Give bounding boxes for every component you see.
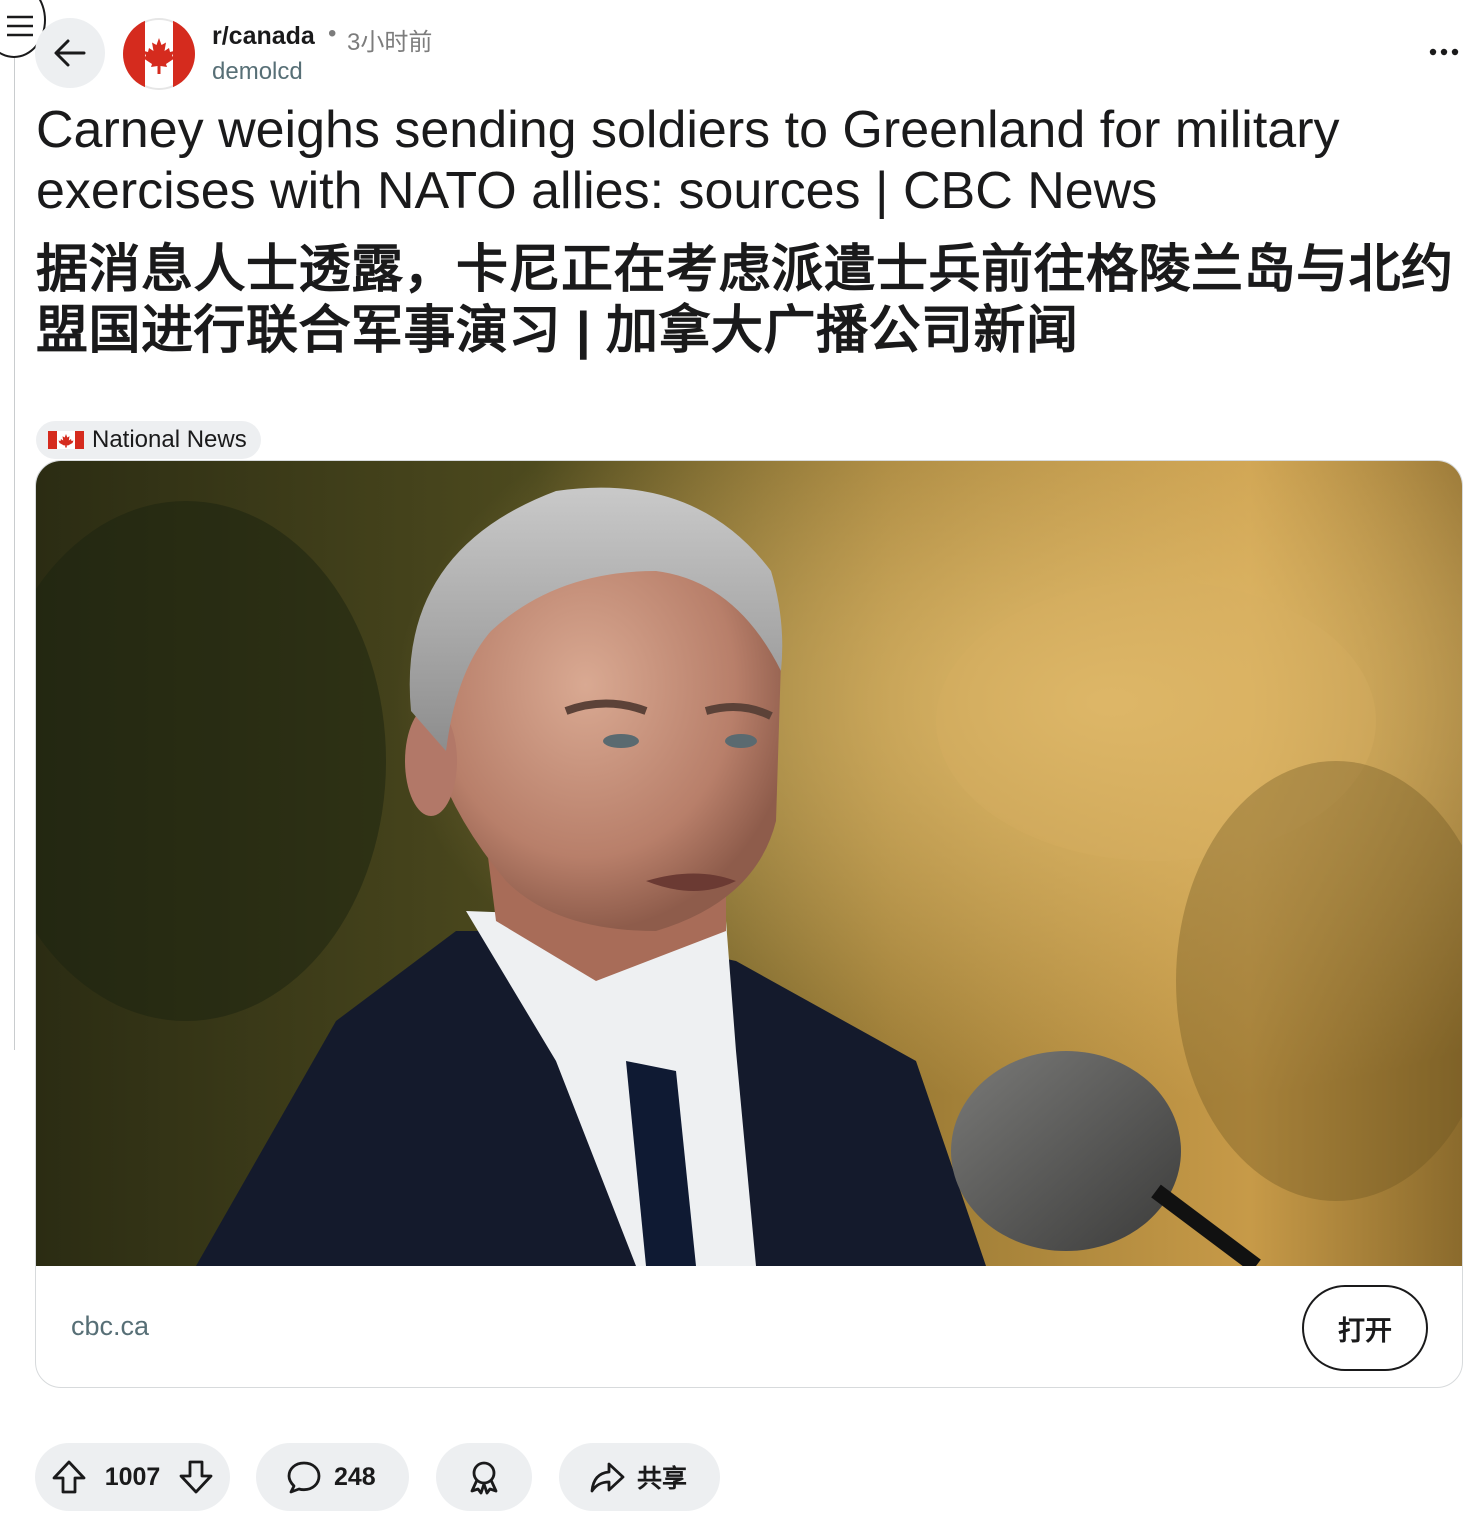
post-title: Carney weighs sending soldiers to Greenl… (36, 101, 1340, 220)
comment-count: 248 (334, 1462, 376, 1491)
upvote-icon[interactable] (51, 1459, 87, 1495)
award-button[interactable] (436, 1443, 532, 1511)
share-icon (589, 1459, 625, 1495)
post-time: 3小时前 (347, 29, 433, 56)
thread-rail (14, 58, 15, 1050)
post-author[interactable]: demolcd (212, 58, 303, 86)
vote-controls: 1007 (35, 1443, 230, 1511)
comments-button[interactable]: 248 (256, 1443, 409, 1511)
subreddit-name[interactable]: r/canada (212, 22, 315, 51)
link-preview-card[interactable]: cbc.ca 打开 (35, 460, 1463, 1388)
comment-icon (286, 1459, 322, 1495)
back-button[interactable] (35, 18, 105, 88)
meta-separator: • (328, 20, 337, 47)
award-icon (466, 1459, 502, 1495)
downvote-icon[interactable] (178, 1459, 214, 1495)
vote-count: 1007 (104, 1462, 161, 1491)
arrow-left-icon (53, 38, 87, 68)
flair-label: National News (92, 426, 247, 453)
open-link-button[interactable]: 打开 (1302, 1285, 1428, 1371)
post-title-translation: 据消息人士透露，卡尼正在考虑派遣士兵前往格陵兰岛与北约盟国进行联合军事演习 | … (36, 241, 1454, 360)
ellipsis-icon (1429, 48, 1459, 56)
link-domain[interactable]: cbc.ca (71, 1311, 149, 1342)
hamburger-icon (0, 1, 35, 39)
more-options-button[interactable] (1422, 34, 1466, 70)
article-thumbnail[interactable] (36, 461, 1463, 1266)
share-label: 共享 (637, 1465, 688, 1493)
share-button[interactable]: 共享 (559, 1443, 720, 1511)
canada-flag-icon (123, 18, 195, 90)
subreddit-avatar[interactable] (123, 18, 195, 90)
post-flair[interactable]: National News (36, 421, 261, 459)
canada-flag-icon (48, 431, 84, 449)
